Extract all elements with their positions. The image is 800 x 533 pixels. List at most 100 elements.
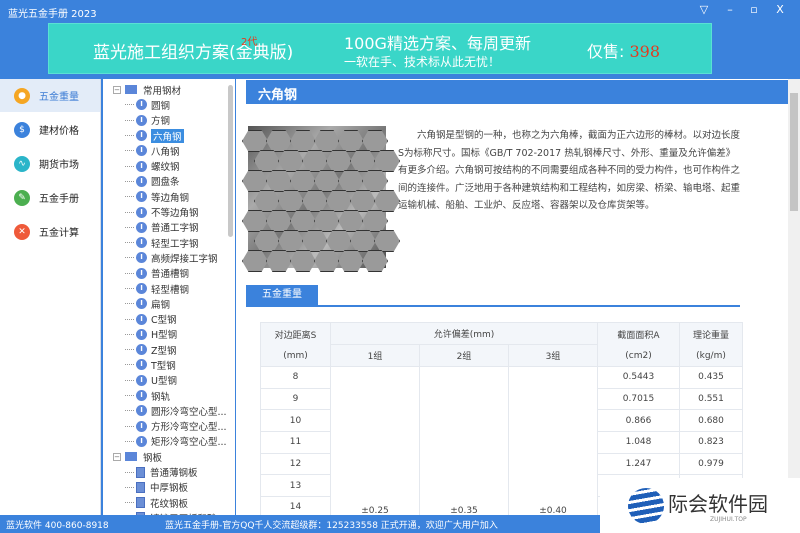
- tree-item[interactable]: I C型钢: [103, 311, 235, 326]
- tree-item-label: 轻型工字钢: [151, 238, 199, 250]
- tree-item[interactable]: I 六角钢: [103, 128, 235, 143]
- sidebar-item-1[interactable]: $ 建材价格: [0, 113, 100, 146]
- ad-banner[interactable]: 蓝光施工组织方案(金典版) 2代 100G精选方案、每周更新 一软在手、技术标从…: [48, 23, 712, 74]
- tree-item-label: T型钢: [151, 360, 176, 372]
- minimize-button[interactable]: –: [722, 3, 738, 19]
- info-icon: I: [136, 267, 147, 279]
- tree-item[interactable]: I 圆形冷弯空心型...: [103, 403, 235, 418]
- cell-tolerance: ±0.40: [508, 366, 598, 515]
- chart-icon: ∿: [14, 155, 30, 172]
- info-icon: I: [136, 175, 147, 187]
- menu-dropdown-button[interactable]: ▽: [696, 3, 712, 19]
- content-panel: 六角钢 六角钢是型钢的一种，也称之为六角棒，截面为正六边形的棒材。以对边长度S为…: [236, 79, 800, 515]
- tree-item[interactable]: I 轻型槽钢: [103, 281, 235, 296]
- scrollbar-thumb[interactable]: [790, 93, 798, 211]
- cell-weight: 0.979: [679, 452, 743, 476]
- hex-bar-shape: [242, 170, 268, 192]
- tree-item[interactable]: I 圆钢: [103, 97, 235, 112]
- collapse-icon[interactable]: −: [113, 452, 121, 461]
- tree-item[interactable]: I 普通工字钢: [103, 220, 235, 235]
- tree-item[interactable]: I 高频焊接工字钢: [103, 250, 235, 265]
- tree-line: [125, 410, 134, 412]
- tree-item[interactable]: I 等边角钢: [103, 189, 235, 204]
- tree-item[interactable]: I Z型钢: [103, 342, 235, 357]
- tree-line: [125, 303, 134, 305]
- tree-item[interactable]: I 轻型工字钢: [103, 235, 235, 250]
- tree-item-label: 方钢: [151, 116, 171, 128]
- tab-weight[interactable]: 五金重量: [246, 285, 318, 305]
- tree-group[interactable]: − 常用钢材: [103, 82, 235, 97]
- tree-item[interactable]: I 螺纹钢: [103, 158, 235, 173]
- tree-item[interactable]: 花纹钢板: [103, 495, 235, 510]
- cell-area: 0.5443: [597, 366, 680, 389]
- tree-item[interactable]: I 扁钢: [103, 296, 235, 311]
- tree-item[interactable]: I 圆盘条: [103, 174, 235, 189]
- tree-item[interactable]: I 不等边角钢: [103, 204, 235, 219]
- sidebar-item-label: 五金手册: [39, 194, 79, 205]
- cell-weight: 0.823: [679, 431, 743, 454]
- tree-line: [125, 349, 134, 351]
- banner-gen: 2代: [241, 37, 258, 48]
- sidebar-item-0[interactable]: ● 五金重量: [0, 79, 100, 112]
- category-tree: − 常用钢材 I 圆钢 I 方钢 I 六角钢 I 八角钢 I 螺纹钢 I 圆盘条 I 等边角钢 I 不等边角钢 I 普…: [103, 79, 235, 515]
- tree-item[interactable]: I H型钢: [103, 327, 235, 342]
- info-icon: I: [136, 252, 147, 264]
- tree-line: [125, 150, 134, 152]
- hex-bar-shape: [374, 150, 400, 172]
- tree-line: [125, 379, 134, 381]
- hex-bar-shape: [266, 210, 292, 232]
- header-tolerance: 允许偏差(mm): [330, 322, 598, 345]
- cell-area: 0.866: [597, 409, 680, 433]
- info-icon: I: [136, 160, 147, 172]
- sidebar-item-3[interactable]: ✎ 五金手册: [0, 181, 100, 214]
- tree-item[interactable]: I U型钢: [103, 373, 235, 388]
- hex-bar-shape: [338, 250, 364, 272]
- globe-logo-icon: [628, 488, 664, 524]
- header-g1: 1组: [330, 344, 420, 367]
- maximize-button[interactable]: ▫: [746, 3, 762, 19]
- tree-line: [125, 364, 134, 366]
- sidebar-item-4[interactable]: ✕ 五金计算: [0, 215, 100, 248]
- tree-item[interactable]: 普通薄钢板: [103, 464, 235, 479]
- hex-bar-shape: [266, 170, 292, 192]
- sidebar-item-2[interactable]: ∿ 期货市场: [0, 147, 100, 180]
- tree-group-label: 钢板: [143, 452, 163, 464]
- tree-item-label: C型钢: [151, 315, 177, 327]
- tree-item-label: 钢轨: [151, 391, 171, 403]
- tree-line: [125, 272, 134, 274]
- folder-icon: [125, 85, 137, 95]
- tree-item[interactable]: I 八角钢: [103, 143, 235, 158]
- tree-item[interactable]: I 方形冷弯空心型...: [103, 419, 235, 434]
- tree-item[interactable]: 中厚钢板: [103, 480, 235, 495]
- hex-bar-shape: [326, 150, 352, 172]
- info-icon: I: [136, 221, 147, 233]
- tree-item[interactable]: I 钢轨: [103, 388, 235, 403]
- tree-scrollbar[interactable]: [228, 85, 233, 237]
- tree-item[interactable]: I T型钢: [103, 357, 235, 372]
- tree-group[interactable]: − 钢板: [103, 449, 235, 464]
- sidebar-item-label: 期货市场: [39, 160, 79, 171]
- collapse-icon[interactable]: −: [113, 85, 121, 94]
- banner-price: 仅售: 398: [587, 38, 660, 62]
- hex-bar-shape: [254, 230, 280, 252]
- tree-item[interactable]: I 普通槽钢: [103, 266, 235, 281]
- tree-item-label: 普通槽钢: [151, 269, 190, 281]
- close-button[interactable]: X: [772, 3, 788, 19]
- header-s-unit: (mm): [283, 351, 308, 361]
- tree-item-label: 圆盘条: [151, 177, 180, 189]
- hex-bar-shape: [278, 150, 304, 172]
- hex-bar-shape: [362, 130, 388, 152]
- tree-item-label: 扁钢: [151, 299, 171, 311]
- cell-s: 10: [260, 409, 331, 433]
- cell-s: 12: [260, 452, 331, 476]
- hex-bar-shape: [254, 150, 280, 172]
- plate-icon: [136, 466, 145, 478]
- hex-bar-shape: [362, 250, 388, 272]
- tree-item[interactable]: I 矩形冷弯空心型...: [103, 434, 235, 449]
- sidebar-item-label: 五金计算: [39, 228, 79, 239]
- tree-item-label: H型钢: [151, 330, 178, 342]
- tree-item-label: 八角钢: [151, 146, 180, 158]
- hex-bar-shape: [302, 150, 328, 172]
- tree-item[interactable]: I 方钢: [103, 113, 235, 128]
- content-scrollbar[interactable]: [788, 79, 800, 515]
